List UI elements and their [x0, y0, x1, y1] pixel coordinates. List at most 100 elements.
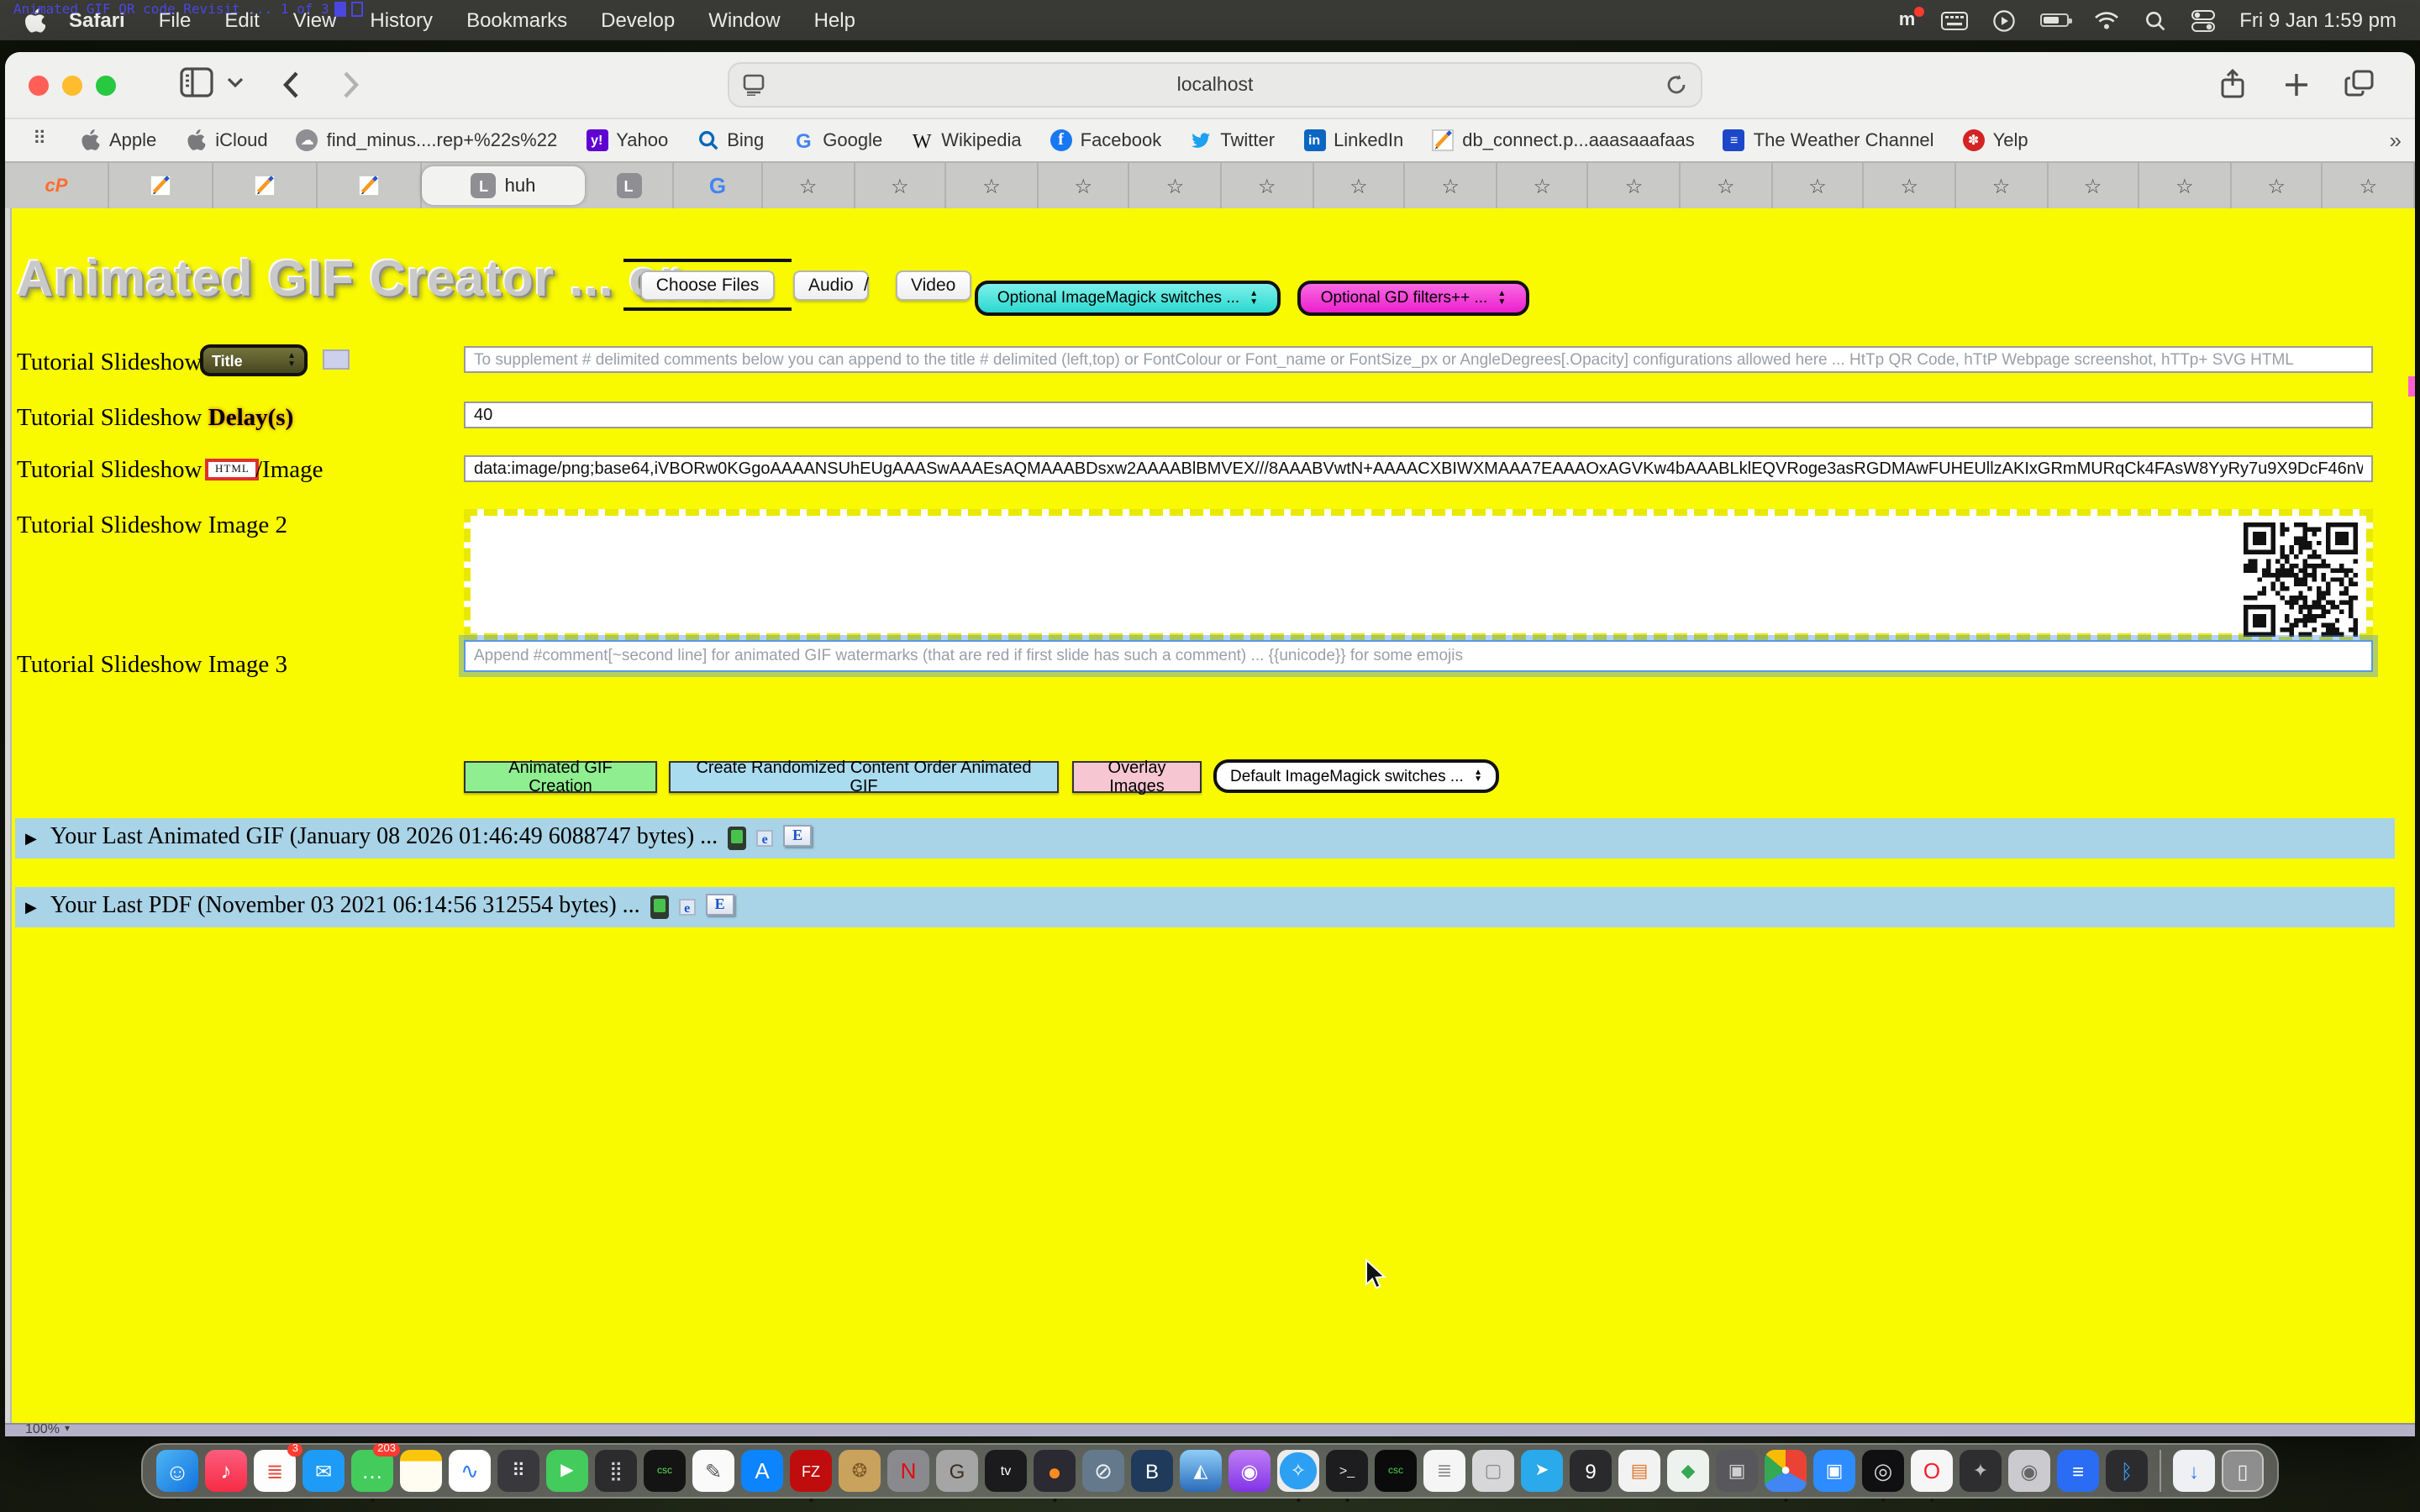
- tab-favorites-8[interactable]: ☆: [1406, 163, 1497, 208]
- tab-editor-1[interactable]: [109, 163, 213, 208]
- tab-favorites-13[interactable]: ☆: [1865, 163, 1956, 208]
- comment-watermark-input[interactable]: [464, 640, 2373, 672]
- tab-favorites-5[interactable]: ☆: [1130, 163, 1222, 208]
- html-badge-button[interactable]: HTML: [205, 459, 260, 480]
- bookmark-wikipedia[interactable]: WWikipedia: [911, 129, 1021, 151]
- bookmark-find-minus[interactable]: ☁find_minus....rep+%22s%22: [297, 129, 558, 151]
- wifi-icon[interactable]: [2093, 11, 2118, 29]
- menubar-m-app-icon[interactable]: m: [1899, 10, 1916, 30]
- dock-netflix-icon[interactable]: N: [887, 1450, 929, 1492]
- dock-firefox-icon[interactable]: ●: [1034, 1450, 1076, 1492]
- reload-icon[interactable]: [1665, 74, 1687, 96]
- dock-opera-icon[interactable]: O: [1911, 1450, 1953, 1492]
- back-button[interactable]: [282, 71, 299, 99]
- menu-help[interactable]: Help: [797, 8, 872, 32]
- dock-music-icon[interactable]: ♪: [205, 1450, 247, 1492]
- url-field[interactable]: localhost: [728, 62, 1702, 108]
- tab-favorites-17[interactable]: ☆: [2232, 163, 2323, 208]
- dock-chrome-icon[interactable]: ●: [1765, 1450, 1807, 1492]
- bookmark-bing[interactable]: Bing: [697, 129, 764, 151]
- bookmark-facebook[interactable]: fFacebook: [1050, 129, 1162, 151]
- dock-safari-icon[interactable]: ✧: [1277, 1450, 1319, 1492]
- email-icon[interactable]: E: [783, 824, 812, 846]
- title-colour-swatch[interactable]: [323, 349, 350, 370]
- dock-obs-icon[interactable]: ◎: [1862, 1450, 1904, 1492]
- title-config-input[interactable]: [464, 346, 2373, 373]
- minimize-button[interactable]: [62, 76, 82, 96]
- bookmarks-grid[interactable]: ⠿: [29, 129, 50, 151]
- dock-maps-app-icon[interactable]: ◆: [1667, 1450, 1709, 1492]
- dock-photos-landscape-icon[interactable]: ◭: [1180, 1450, 1222, 1492]
- menu-bookmarks[interactable]: Bookmarks: [450, 8, 584, 32]
- dock-reminders-icon[interactable]: ≣3: [254, 1450, 296, 1492]
- menu-window[interactable]: Window: [692, 8, 797, 32]
- last-pdf-bar[interactable]: ▶ Your Last PDF (November 03 2021 06:14:…: [15, 887, 2395, 927]
- bookmarks-overflow-chevron[interactable]: »: [2390, 128, 2402, 153]
- tab-favorites-12[interactable]: ☆: [1772, 163, 1864, 208]
- keyboard-icon[interactable]: [1940, 11, 1967, 29]
- browser-e-icon[interactable]: e: [756, 830, 773, 847]
- animated-gif-creation-button[interactable]: Animated GIF Creation: [464, 761, 657, 793]
- spotlight-search-icon[interactable]: [2144, 9, 2165, 31]
- new-tab-icon[interactable]: [2284, 72, 2309, 97]
- dock-bluetooth-app-icon[interactable]: ᛒ: [2106, 1450, 2148, 1492]
- forward-button[interactable]: [343, 71, 360, 99]
- image2-dropzone[interactable]: [464, 509, 2373, 640]
- dock-finder-icon[interactable]: ☺: [156, 1450, 198, 1492]
- tab-favorites-10[interactable]: ☆: [1589, 163, 1681, 208]
- randomized-order-button[interactable]: Create Randomized Content Order Animated…: [669, 761, 1059, 793]
- dock-terminal-icon[interactable]: >_: [1326, 1450, 1368, 1492]
- tab-l-page[interactable]: L: [585, 163, 674, 208]
- tab-favorites-15[interactable]: ☆: [2048, 163, 2139, 208]
- zoom-window-button[interactable]: [96, 76, 116, 96]
- bookmark-twitter[interactable]: Twitter: [1190, 129, 1275, 151]
- menu-history[interactable]: History: [353, 8, 450, 32]
- base64-image-input[interactable]: [464, 455, 2373, 482]
- dock-mail-icon[interactable]: ✉: [302, 1450, 345, 1492]
- tab-favorites-2[interactable]: ☆: [855, 163, 946, 208]
- tab-favorites-3[interactable]: ☆: [946, 163, 1038, 208]
- dock-pages-doc-icon[interactable]: ▤: [1618, 1450, 1660, 1492]
- dock-screen-csc-2-icon[interactable]: csc: [1375, 1450, 1417, 1492]
- dock-messages-icon[interactable]: …203: [351, 1450, 393, 1492]
- bookmark-db-connect[interactable]: db_connect.p...aaasaaafaas: [1432, 129, 1694, 151]
- dock-grey-app-icon[interactable]: ▢: [1472, 1450, 1514, 1492]
- bookmark-icloud[interactable]: iCloud: [185, 129, 267, 151]
- tab-favorites-6[interactable]: ☆: [1222, 163, 1313, 208]
- mobile-icon[interactable]: [650, 895, 669, 919]
- dock-facetime-icon[interactable]: ▶: [546, 1450, 588, 1492]
- tab-editor-2[interactable]: [213, 163, 318, 208]
- dock-app-store-icon[interactable]: A: [741, 1450, 783, 1492]
- dock-trash-icon[interactable]: ▯: [2222, 1450, 2264, 1492]
- tab-favorites-14[interactable]: ☆: [1956, 163, 2048, 208]
- menu-develop[interactable]: Develop: [584, 8, 692, 32]
- disclosure-triangle-icon[interactable]: ▶: [25, 829, 37, 848]
- tab-favorites-9[interactable]: ☆: [1497, 163, 1589, 208]
- left-scrollbar-gutter[interactable]: [5, 208, 12, 1423]
- dock-block-circle-icon[interactable]: ⊘: [1082, 1450, 1124, 1492]
- share-icon[interactable]: [2220, 69, 2245, 99]
- mobile-icon[interactable]: [728, 827, 746, 850]
- audio-button[interactable]: Audio: [793, 270, 869, 301]
- gd-filters-select[interactable]: Optional GD filters++ ... ▲▼: [1297, 281, 1529, 316]
- dock-telegram-icon[interactable]: ➤: [1521, 1450, 1563, 1492]
- dock-apple-tv-icon[interactable]: tv: [985, 1450, 1027, 1492]
- control-center-icon[interactable]: [2191, 9, 2214, 31]
- dock-dark-app-2-icon[interactable]: ✦: [1960, 1450, 2002, 1492]
- last-animated-gif-bar[interactable]: ▶ Your Last Animated GIF (January 08 202…: [15, 818, 2395, 858]
- overlay-images-button[interactable]: Overlay Images: [1072, 761, 1202, 793]
- menubar-clock[interactable]: Fri 9 Jan 1:59 pm: [2239, 8, 2396, 32]
- tab-favorites-18[interactable]: ☆: [2323, 163, 2415, 208]
- dock-bbedit-icon[interactable]: B: [1131, 1450, 1173, 1492]
- video-button[interactable]: Video: [896, 270, 971, 301]
- bookmark-yahoo[interactable]: y!Yahoo: [586, 129, 668, 151]
- tab-favorites-11[interactable]: ☆: [1681, 163, 1772, 208]
- tab-favorites-1[interactable]: ☆: [763, 163, 855, 208]
- dock-notes-icon[interactable]: [400, 1450, 442, 1492]
- dock-freeform-wave-icon[interactable]: ∿: [449, 1450, 491, 1492]
- dock-phone-keypad-icon[interactable]: ⣿: [595, 1450, 637, 1492]
- choose-files-button[interactable]: Choose Files: [641, 270, 775, 301]
- reader-icon[interactable]: [743, 74, 765, 96]
- title-select[interactable]: Title ▲▼: [200, 344, 308, 376]
- sidebar-toggle-icon[interactable]: [180, 67, 213, 97]
